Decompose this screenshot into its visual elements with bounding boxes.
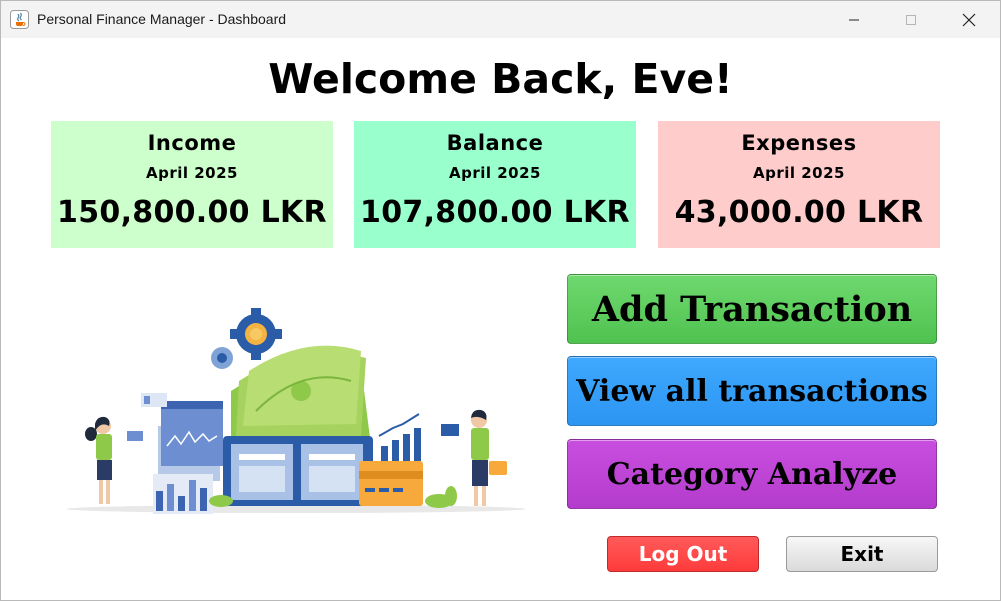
maximize-icon (906, 14, 916, 25)
app-window: Personal Finance Manager - Dashboard Wel… (0, 0, 1001, 601)
category-analyze-button[interactable]: Category Analyze (567, 439, 937, 509)
balance-title: Balance (446, 131, 544, 155)
close-icon (962, 13, 976, 26)
credit-card (359, 461, 423, 506)
finance-illustration (66, 308, 526, 514)
view-all-transactions-button[interactable]: View all transactions (567, 356, 937, 426)
title-bar[interactable]: Personal Finance Manager - Dashboard (1, 1, 1000, 38)
money-stack (231, 345, 371, 446)
small-gear-icon (211, 347, 233, 369)
gear-icon (230, 308, 282, 360)
expenses-amount: 43,000.00 LKR (674, 195, 924, 230)
java-app-icon (10, 10, 29, 29)
window-title: Personal Finance Manager - Dashboard (37, 11, 287, 27)
balance-period: April 2025 (449, 164, 541, 182)
dashboard-content: Welcome Back, Eve! Income April 2025 150… (1, 38, 1000, 600)
expenses-period: April 2025 (753, 164, 845, 182)
line-chart-panel (141, 393, 223, 481)
logout-button[interactable]: Log Out (607, 536, 759, 572)
income-amount: 150,800.00 LKR (57, 195, 327, 230)
bar-chart-panel (153, 474, 213, 514)
person-left (85, 416, 143, 504)
income-card: Income April 2025 150,800.00 LKR (51, 121, 333, 248)
welcome-heading: Welcome Back, Eve! (268, 55, 733, 103)
maximize-button[interactable] (888, 1, 934, 38)
close-button[interactable] (946, 1, 992, 38)
expenses-card: Expenses April 2025 43,000.00 LKR (658, 121, 940, 248)
add-transaction-button[interactable]: Add Transaction (567, 274, 937, 344)
expenses-title: Expenses (741, 131, 857, 155)
exit-button[interactable]: Exit (786, 536, 938, 572)
bar-chart (378, 413, 421, 461)
wallet (223, 436, 373, 506)
income-period: April 2025 (146, 164, 238, 182)
balance-amount: 107,800.00 LKR (360, 195, 630, 230)
income-title: Income (147, 131, 237, 155)
minimize-button[interactable] (831, 1, 877, 38)
minimize-icon (849, 19, 859, 20)
balance-card: Balance April 2025 107,800.00 LKR (354, 121, 636, 248)
